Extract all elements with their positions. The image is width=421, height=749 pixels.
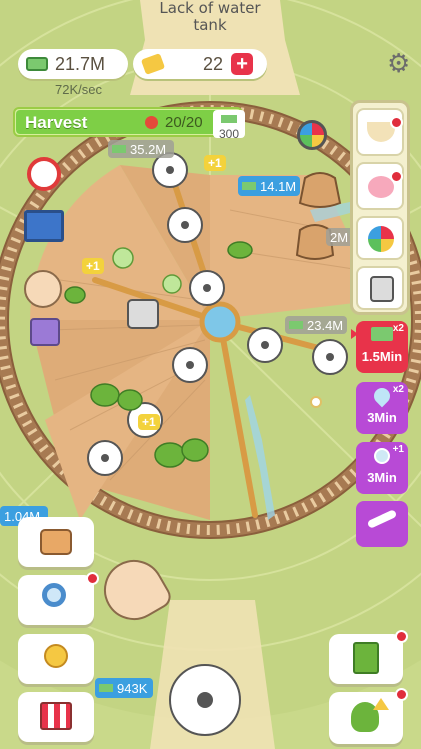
cash-icon — [99, 684, 113, 692]
video-ad-icon — [351, 329, 358, 339]
harvest-label: Harvest — [25, 113, 88, 132]
boost-duration: 3Min — [367, 410, 397, 425]
income-chip: 14.1M — [238, 176, 300, 196]
notification-dot — [395, 630, 408, 643]
notification-dot — [86, 572, 99, 585]
cash-icon — [112, 145, 126, 153]
bonus-tag: +1 — [82, 258, 104, 274]
shop-button[interactable] — [18, 692, 94, 742]
inventory-button[interactable] — [18, 517, 94, 567]
achievement-button[interactable] — [18, 634, 94, 684]
search-button[interactable] — [18, 572, 99, 625]
upgrade-plant-button[interactable] — [329, 688, 408, 744]
water-boost-button[interactable]: x2 3Min — [356, 382, 408, 434]
notification-dot — [390, 116, 403, 129]
sprinkler-icon — [374, 448, 390, 464]
income-chip: 943K — [95, 678, 153, 698]
plane-boost-button[interactable] — [356, 501, 408, 547]
arrow-up-icon — [373, 698, 389, 710]
ticket-value: 22 — [203, 53, 224, 74]
gauge-icon — [368, 226, 394, 252]
ticket-counter: 22 + — [133, 49, 267, 79]
money-counter: 21.7M — [18, 49, 128, 79]
settings-gear-icon[interactable]: ⚙ — [387, 51, 413, 77]
medal-icon — [44, 644, 68, 668]
farmer-avatar[interactable] — [24, 270, 62, 308]
cash-icon — [289, 321, 303, 329]
magnifier-icon — [42, 583, 66, 607]
tomato-icon — [145, 116, 158, 129]
boost-duration: 1.5Min — [361, 349, 403, 364]
income-rate: 72K/sec — [55, 82, 102, 97]
notification-dot — [395, 688, 408, 701]
robot-slot[interactable] — [356, 266, 404, 310]
harvest-reward-value: 300 — [218, 127, 240, 141]
cash-boost-icon — [371, 327, 393, 341]
add-tickets-button[interactable]: + — [231, 53, 254, 75]
sprinkler-boost-button[interactable]: +1 3Min — [356, 442, 408, 494]
harvest-reward[interactable]: 300 — [213, 110, 245, 141]
piggy-bank-slot[interactable] — [356, 162, 404, 210]
gauge-icon[interactable] — [297, 120, 327, 150]
harvest-count: 20/20 — [165, 114, 203, 131]
money-value: 21.7M — [55, 53, 106, 74]
robot-icon — [370, 276, 394, 302]
gauge-slot[interactable] — [356, 216, 404, 260]
rice-bowl-slot[interactable] — [356, 108, 404, 156]
bag-icon — [40, 529, 72, 555]
notification-dot — [390, 170, 403, 183]
plane-icon — [366, 509, 398, 529]
water-tank-alert: Lack of water tank — [159, 0, 261, 34]
cash-icon — [242, 182, 256, 190]
bonus-tag: +1 — [138, 414, 160, 430]
green-book-icon — [353, 642, 379, 674]
money-boost-button[interactable]: x2 1.5Min — [356, 321, 408, 373]
ticket-icon — [140, 53, 166, 75]
bonus-tag: +1 — [204, 155, 226, 171]
book-icon[interactable] — [30, 318, 60, 346]
income-chip: 35.2M — [108, 140, 174, 158]
cash-icon — [26, 57, 48, 71]
cash-icon — [221, 115, 237, 123]
plant-book-button[interactable] — [329, 630, 408, 684]
water-drop-icon — [370, 384, 394, 408]
shop-icon — [40, 702, 72, 730]
boost-duration: 3Min — [367, 470, 397, 485]
harvest-progress-bar: Harvest 20/20 — [13, 107, 243, 137]
income-chip: 23.4M — [285, 316, 347, 334]
no-water-icon[interactable] — [27, 157, 61, 191]
solar-panel-icon[interactable] — [24, 210, 64, 242]
